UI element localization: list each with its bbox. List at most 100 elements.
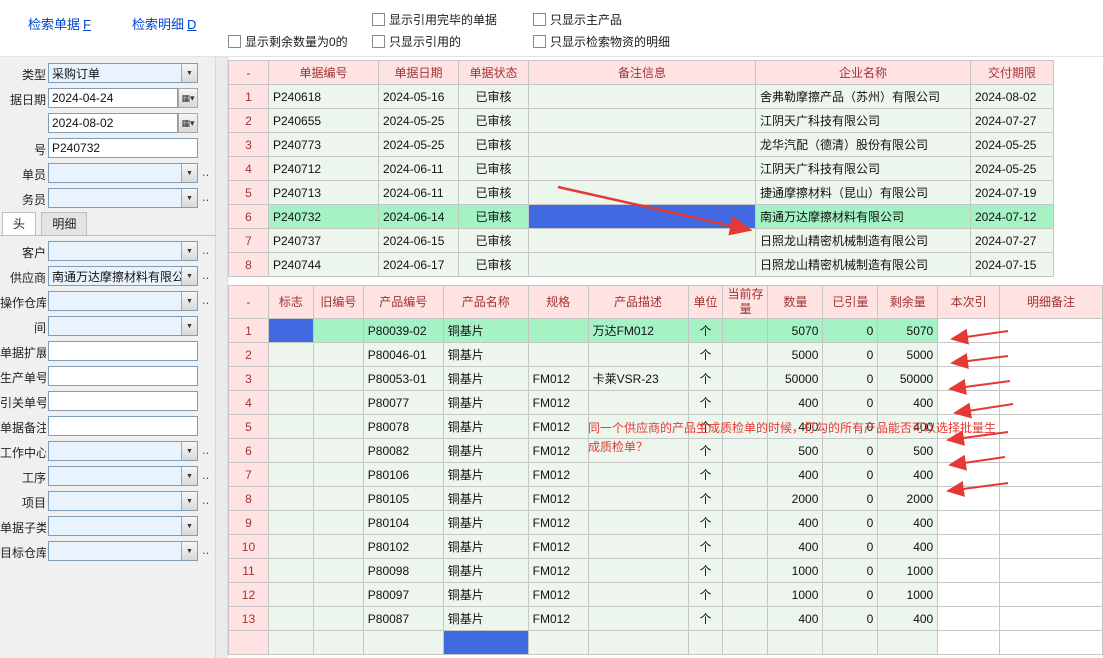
details-cell-code[interactable] — [363, 631, 443, 655]
details-cell-code[interactable]: P80106 — [363, 463, 443, 487]
details-cell-qty[interactable]: 500 — [768, 439, 823, 463]
orders-row[interactable]: 7P2407372024-06-15已审核日照龙山精密机械制造有限公司2024-… — [229, 229, 1054, 253]
details-cell-code[interactable]: P80087 — [363, 607, 443, 631]
details-cell-spec[interactable]: FM012 — [528, 391, 588, 415]
details-cell-stock[interactable] — [723, 511, 768, 535]
details-cell-name[interactable]: 铜基片 — [443, 607, 528, 631]
checkbox-icon[interactable] — [372, 13, 385, 26]
details-cell-old[interactable] — [313, 463, 363, 487]
details-cell-num[interactable]: 4 — [229, 391, 269, 415]
details-cell-spec[interactable]: FM012 — [528, 463, 588, 487]
details-cell-flag[interactable] — [268, 463, 313, 487]
orders-row[interactable]: 2P2406552024-05-25已审核江阴天广科技有限公司2024-07-2… — [229, 109, 1054, 133]
details-cell-name[interactable]: 铜基片 — [443, 463, 528, 487]
details-cell-old[interactable] — [313, 607, 363, 631]
orders-cell-note[interactable] — [529, 85, 756, 109]
details-cell-code[interactable]: P80104 — [363, 511, 443, 535]
details-cell-pull[interactable] — [938, 463, 1000, 487]
calendar-icon[interactable]: ▦▾ — [178, 88, 198, 108]
checkbox-referenced-only[interactable]: 只显示引用的 — [372, 33, 461, 50]
details-cell-note[interactable] — [1000, 583, 1103, 607]
details-row[interactable]: 10P80102铜基片FM012个4000400 — [229, 535, 1103, 559]
details-cell-used[interactable]: 0 — [823, 319, 878, 343]
details-cell-desc[interactable] — [588, 343, 688, 367]
salesman-browse-button[interactable]: ‥ — [202, 191, 210, 204]
orders-cell-num[interactable]: 2 — [229, 109, 269, 133]
process-combo[interactable]: ▼ — [48, 466, 198, 486]
details-column-header[interactable]: 单位 — [688, 286, 723, 319]
orders-cell-status[interactable]: 已审核 — [459, 181, 529, 205]
details-cell-stock[interactable] — [723, 439, 768, 463]
details-cell-unit[interactable] — [688, 631, 723, 655]
orders-cell-date[interactable]: 2024-06-11 — [379, 181, 459, 205]
process-browse-button[interactable]: ‥ — [202, 469, 210, 482]
checkbox-icon[interactable] — [533, 13, 546, 26]
details-cell-spec[interactable]: FM012 — [528, 511, 588, 535]
details-cell-qty[interactable] — [768, 631, 823, 655]
details-cell-old[interactable] — [313, 367, 363, 391]
details-cell-name[interactable]: 铜基片 — [443, 535, 528, 559]
details-cell-name[interactable]: 铜基片 — [443, 319, 528, 343]
details-cell-desc[interactable] — [588, 415, 688, 439]
details-cell-pull[interactable] — [938, 391, 1000, 415]
details-cell-qty[interactable]: 50000 — [768, 367, 823, 391]
details-cell-stock[interactable] — [723, 559, 768, 583]
details-cell-name[interactable]: 铜基片 — [443, 439, 528, 463]
details-cell-note[interactable] — [1000, 631, 1103, 655]
chevron-down-icon[interactable]: ▼ — [181, 189, 197, 207]
details-cell-pull[interactable] — [938, 559, 1000, 583]
doc-type-combo[interactable]: 采购订单▼ — [48, 63, 198, 83]
details-cell-code[interactable]: P80105 — [363, 487, 443, 511]
details-cell-qty[interactable]: 2000 — [768, 487, 823, 511]
details-cell-unit[interactable]: 个 — [688, 583, 723, 607]
tab-doc-header[interactable]: 头 — [2, 212, 36, 235]
details-cell-remain[interactable]: 5000 — [878, 343, 938, 367]
details-cell-note[interactable] — [1000, 487, 1103, 511]
details-cell-spec[interactable]: FM012 — [528, 439, 588, 463]
details-cell-flag[interactable] — [268, 391, 313, 415]
details-column-header[interactable]: 本次引 — [938, 286, 1000, 319]
details-cell-name[interactable]: 铜基片 — [443, 511, 528, 535]
target-warehouse-combo[interactable]: ▼ — [48, 541, 198, 561]
details-row[interactable]: 2P80046-01铜基片个500005000 — [229, 343, 1103, 367]
details-cell-used[interactable]: 0 — [823, 511, 878, 535]
details-cell-name[interactable]: 铜基片 — [443, 583, 528, 607]
orders-row[interactable]: 1P2406182024-05-16已审核舍弗勒摩擦产品（苏州）有限公司2024… — [229, 85, 1054, 109]
details-cell-remain[interactable]: 500 — [878, 439, 938, 463]
details-column-header[interactable]: 剩余量 — [878, 286, 938, 319]
orders-cell-status[interactable]: 已审核 — [459, 85, 529, 109]
details-cell-flag[interactable] — [268, 415, 313, 439]
orders-cell-company[interactable]: 捷通摩擦材料（昆山）有限公司 — [756, 181, 971, 205]
details-cell-note[interactable] — [1000, 463, 1103, 487]
details-cell-used[interactable]: 0 — [823, 439, 878, 463]
orders-cell-code[interactable]: P240713 — [269, 181, 379, 205]
details-cell-code[interactable]: P80053-01 — [363, 367, 443, 391]
orders-cell-num[interactable]: 5 — [229, 181, 269, 205]
details-cell-stock[interactable] — [723, 463, 768, 487]
orders-cell-note[interactable] — [529, 157, 756, 181]
chevron-down-icon[interactable]: ▼ — [181, 164, 197, 182]
orders-cell-num[interactable]: 6 — [229, 205, 269, 229]
details-cell-remain[interactable]: 400 — [878, 463, 938, 487]
orders-column-header[interactable]: 单据编号 — [269, 61, 379, 85]
details-row[interactable]: 13P80087铜基片FM012个4000400 — [229, 607, 1103, 631]
details-cell-num[interactable]: 8 — [229, 487, 269, 511]
maker-browse-button[interactable]: ‥ — [202, 166, 210, 179]
orders-cell-note[interactable] — [529, 253, 756, 277]
details-cell-note[interactable] — [1000, 607, 1103, 631]
details-cell-old[interactable] — [313, 487, 363, 511]
details-cell-used[interactable] — [823, 631, 878, 655]
orders-cell-code[interactable]: P240744 — [269, 253, 379, 277]
workshop-combo[interactable]: ▼ — [48, 316, 198, 336]
details-cell-used[interactable]: 0 — [823, 415, 878, 439]
details-cell-name[interactable]: 铜基片 — [443, 415, 528, 439]
details-cell-name[interactable] — [443, 631, 528, 655]
details-cell-used[interactable]: 0 — [823, 391, 878, 415]
orders-cell-deadline[interactable]: 2024-05-25 — [971, 133, 1054, 157]
details-cell-qty[interactable]: 400 — [768, 607, 823, 631]
details-cell-flag[interactable] — [268, 319, 313, 343]
details-cell-flag[interactable] — [268, 559, 313, 583]
chevron-down-icon[interactable]: ▼ — [181, 64, 197, 82]
details-cell-spec[interactable]: FM012 — [528, 607, 588, 631]
details-cell-qty[interactable]: 400 — [768, 391, 823, 415]
